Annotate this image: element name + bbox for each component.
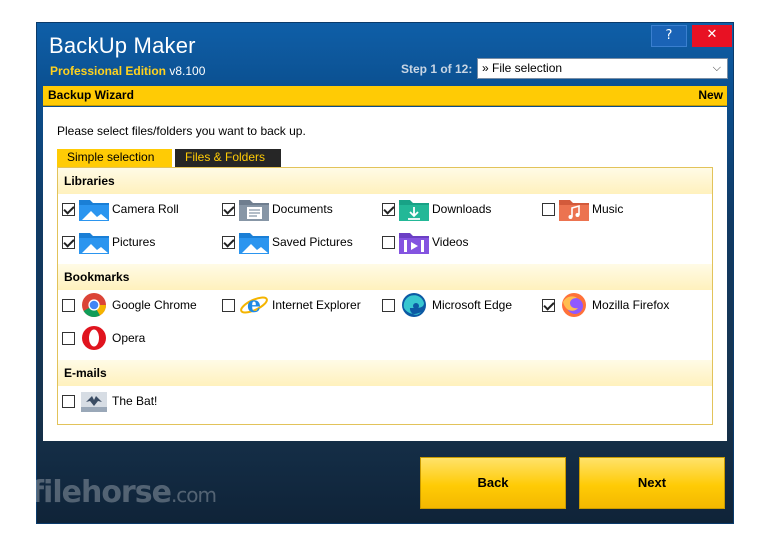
saved-pictures-folder-icon bbox=[238, 229, 270, 255]
list-item[interactable]: e Internet Explorer bbox=[222, 292, 361, 318]
list-item[interactable]: Videos bbox=[382, 229, 468, 255]
item-label: Downloads bbox=[432, 202, 492, 216]
step-select[interactable]: » File selection ⌵ bbox=[477, 58, 728, 79]
item-label: Mozilla Firefox bbox=[592, 298, 670, 312]
internet-explorer-icon: e bbox=[238, 292, 270, 318]
checkbox[interactable] bbox=[62, 394, 75, 408]
wizard-title: Backup Wizard bbox=[48, 88, 134, 102]
music-folder-icon bbox=[558, 196, 590, 222]
item-label: The Bat! bbox=[112, 394, 158, 408]
downloads-folder-icon bbox=[398, 196, 430, 222]
pictures-folder-icon bbox=[78, 229, 110, 255]
checkbox[interactable] bbox=[382, 235, 395, 249]
list-item[interactable]: Opera bbox=[62, 325, 145, 351]
checkbox[interactable] bbox=[542, 298, 555, 312]
edition-label: Professional Edition bbox=[50, 64, 167, 78]
item-label: Music bbox=[592, 202, 624, 216]
checkbox[interactable] bbox=[382, 298, 395, 312]
list-item[interactable]: Downloads bbox=[382, 196, 491, 222]
app-title: BackUp Maker bbox=[49, 33, 196, 58]
item-label: Microsoft Edge bbox=[432, 298, 513, 312]
tab-files-folders[interactable]: Files & Folders bbox=[175, 149, 281, 167]
checkbox[interactable] bbox=[222, 235, 235, 249]
filehorse-watermark: filehorse.com bbox=[31, 475, 217, 510]
item-label: Camera Roll bbox=[112, 202, 179, 216]
the-bat-icon bbox=[78, 388, 110, 414]
wizard-panel: Please select files/folders you want to … bbox=[43, 107, 727, 441]
item-label: Google Chrome bbox=[112, 298, 197, 312]
list-item[interactable]: Pictures bbox=[62, 229, 155, 255]
watermark-main: filehorse bbox=[31, 475, 172, 510]
next-button[interactable]: Next bbox=[579, 457, 725, 509]
item-label: Saved Pictures bbox=[272, 235, 353, 249]
list-item[interactable]: Camera Roll bbox=[62, 196, 179, 222]
help-button[interactable]: ? bbox=[651, 25, 687, 47]
firefox-icon bbox=[558, 292, 590, 318]
chrome-icon bbox=[78, 292, 110, 318]
edge-icon bbox=[398, 292, 430, 318]
watermark-suffix: .com bbox=[170, 483, 217, 507]
checkbox[interactable] bbox=[382, 202, 395, 216]
step-label: Step 1 of 12: bbox=[401, 62, 473, 76]
app-window: BackUp Maker Professional Edition v8.100… bbox=[31, 22, 734, 524]
documents-folder-icon bbox=[238, 196, 270, 222]
group-header-emails: E-mails bbox=[58, 360, 712, 386]
item-label: Pictures bbox=[112, 235, 156, 249]
checkbox[interactable] bbox=[62, 331, 75, 345]
svg-text:e: e bbox=[247, 292, 261, 318]
item-label: Documents bbox=[272, 202, 333, 216]
close-button[interactable]: ✕ bbox=[692, 25, 732, 47]
back-button[interactable]: Back bbox=[420, 457, 566, 509]
list-item[interactable]: Mozilla Firefox bbox=[542, 292, 669, 318]
step-select-value: » File selection bbox=[482, 61, 563, 75]
checkbox[interactable] bbox=[222, 202, 235, 216]
item-label: Videos bbox=[432, 235, 469, 249]
chevron-down-icon: ⌵ bbox=[712, 62, 721, 74]
new-badge: New bbox=[698, 88, 723, 102]
item-label: Opera bbox=[112, 331, 146, 345]
instruction-text: Please select files/folders you want to … bbox=[57, 124, 306, 138]
app-edition: Professional Edition v8.100 bbox=[50, 64, 205, 78]
list-item[interactable]: Saved Pictures bbox=[222, 229, 353, 255]
item-label: Internet Explorer bbox=[272, 298, 361, 312]
videos-folder-icon bbox=[398, 229, 430, 255]
version-label: v8.100 bbox=[169, 64, 206, 78]
list-item[interactable]: Documents bbox=[222, 196, 333, 222]
selection-list: Libraries Camera Roll Documents Download… bbox=[57, 167, 713, 425]
list-item[interactable]: Google Chrome bbox=[62, 292, 197, 318]
group-header-bookmarks: Bookmarks bbox=[58, 264, 712, 290]
checkbox[interactable] bbox=[62, 202, 75, 216]
opera-icon bbox=[78, 325, 110, 351]
checkbox[interactable] bbox=[62, 298, 75, 312]
list-item[interactable]: The Bat! bbox=[62, 388, 157, 414]
wizard-header: Backup Wizard New bbox=[43, 86, 727, 106]
camera-roll-folder-icon bbox=[78, 196, 110, 222]
list-item[interactable]: Microsoft Edge bbox=[382, 292, 512, 318]
checkbox[interactable] bbox=[542, 202, 555, 216]
checkbox[interactable] bbox=[62, 235, 75, 249]
group-header-libraries: Libraries bbox=[58, 168, 712, 194]
list-item[interactable]: Music bbox=[542, 196, 623, 222]
checkbox[interactable] bbox=[222, 298, 235, 312]
tab-simple-selection[interactable]: Simple selection bbox=[57, 149, 172, 167]
